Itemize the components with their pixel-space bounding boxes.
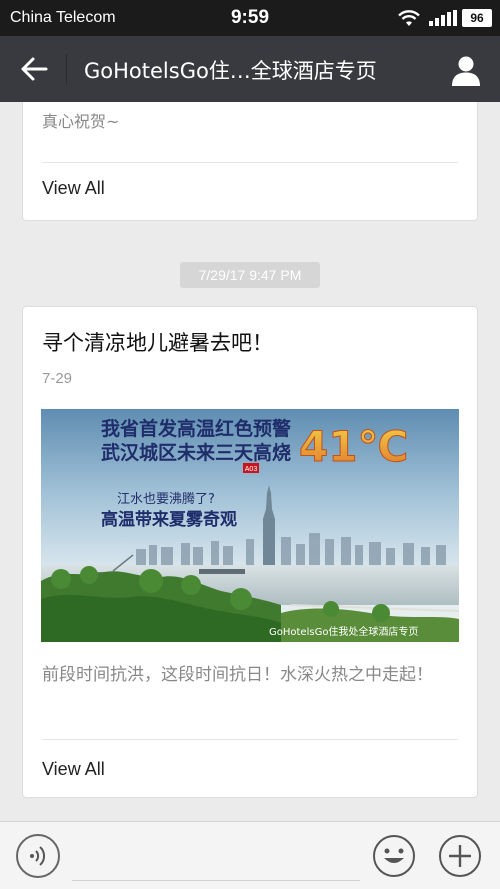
profile-button[interactable]	[448, 52, 484, 88]
cover-photo: 我省首发高温红色预警 武汉城区未来三天高烧 41℃ A03 江水也要沸腾了? 高…	[41, 409, 459, 642]
page-title: GoHotelsGo住…全球酒店专页	[84, 59, 377, 83]
status-time: 9:59	[230, 7, 270, 28]
image-caption-line2: 高温带来夏雾奇观	[101, 509, 237, 530]
signal-icon	[429, 10, 457, 26]
plus-button[interactable]	[438, 834, 482, 878]
back-arrow-icon	[21, 57, 48, 81]
voice-icon	[30, 846, 46, 866]
article-title: 寻个清凉地儿避暑去吧！	[42, 331, 273, 355]
divider	[42, 162, 458, 163]
article-card[interactable]: 寻个清凉地儿避暑去吧！ 7-29 我省首发高温红色预警 武汉城区未来三天高烧 4…	[22, 306, 478, 798]
wifi-icon	[398, 10, 420, 26]
view-all-link[interactable]: View All	[42, 178, 105, 199]
image-temperature: 41℃	[299, 422, 408, 471]
image-caption-line1: 江水也要沸腾了?	[117, 491, 215, 507]
image-page-tag: A03	[245, 466, 258, 473]
view-all-link[interactable]: View All	[42, 759, 105, 780]
nav-divider	[66, 54, 67, 84]
article-date: 7-29	[42, 370, 73, 387]
image-headline-line2: 武汉城区未来三天高烧	[101, 441, 291, 464]
message-input[interactable]	[72, 880, 360, 881]
nav-bar: GoHotelsGo住…全球酒店专页	[0, 36, 500, 102]
divider	[42, 739, 458, 740]
status-bar: China Telecom 9:59 96	[0, 0, 500, 36]
person-icon	[452, 56, 480, 86]
article-summary: 前段时间抗洪，这段时间抗日！水深火热之中走起！	[42, 665, 433, 685]
image-watermark: GoHotelsGo住我处全球酒店专页	[269, 625, 418, 638]
image-headline-line1: 我省首发高温红色预警	[101, 417, 291, 440]
back-button[interactable]	[14, 52, 54, 86]
voice-button[interactable]	[16, 834, 60, 878]
battery-icon: 96	[462, 9, 492, 27]
emoji-button[interactable]	[372, 834, 416, 878]
previous-article-summary: 真心祝贺~	[42, 112, 120, 131]
article-cover-image[interactable]: 我省首发高温红色预警 武汉城区未来三天高烧 41℃ A03 江水也要沸腾了? 高…	[41, 409, 459, 642]
message-timestamp: 7/29/17 9:47 PM	[180, 262, 320, 288]
bottom-input-bar	[0, 821, 500, 889]
plus-icon	[439, 835, 481, 877]
previous-article-card[interactable]: 真心祝贺~ View All	[22, 102, 478, 221]
emoji-icon	[373, 835, 415, 877]
